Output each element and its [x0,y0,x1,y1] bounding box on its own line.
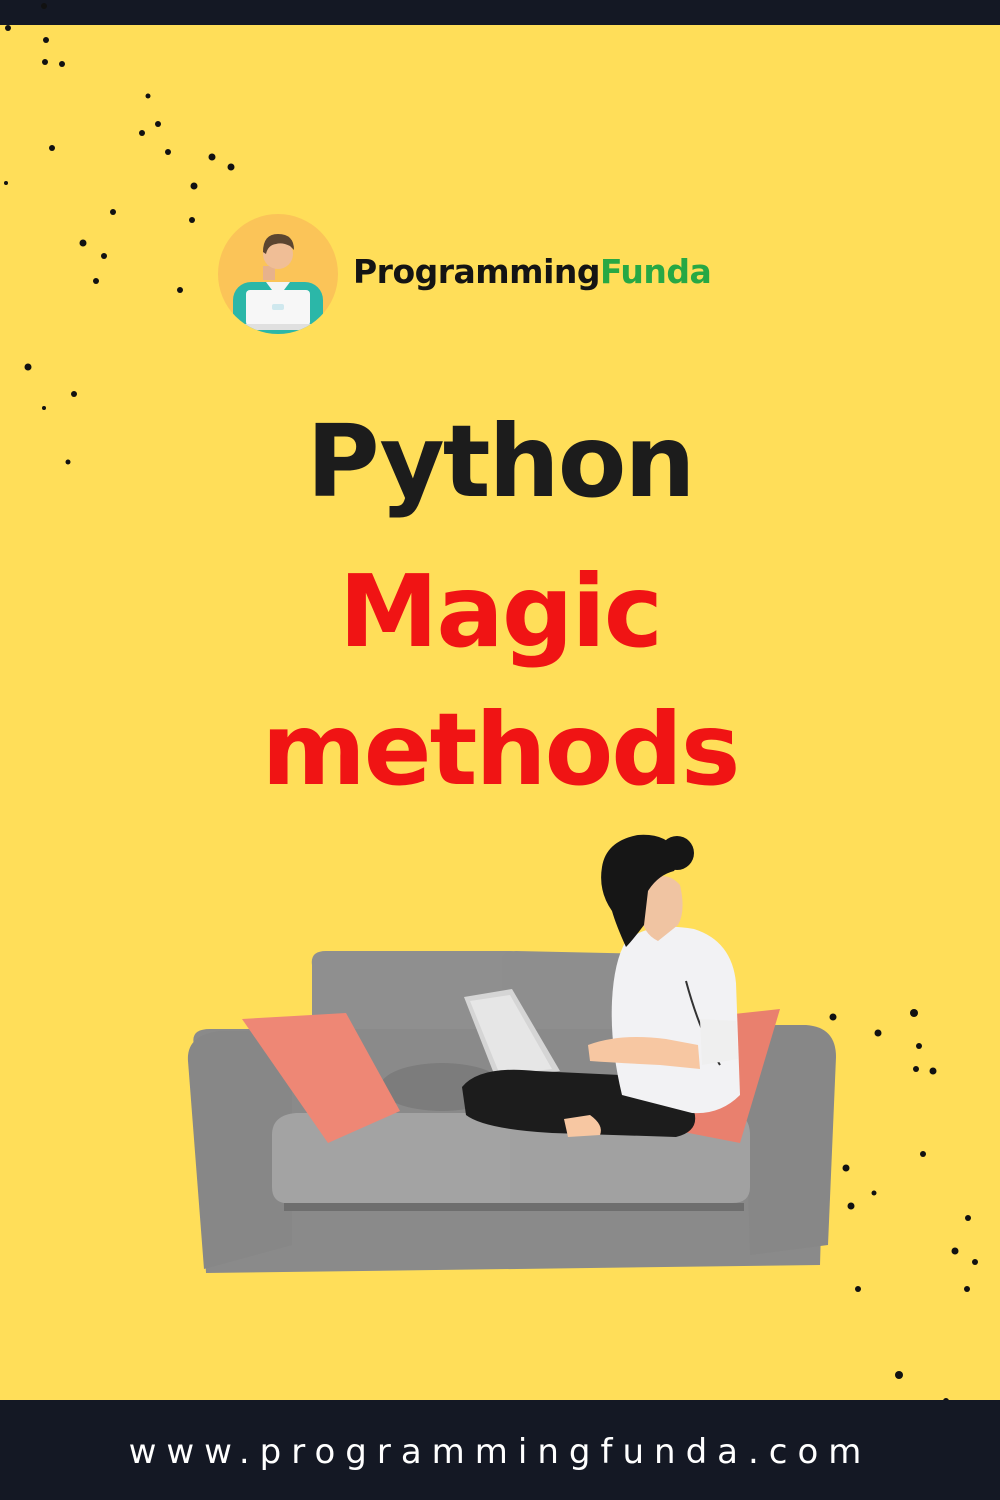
brand-name: ProgrammingFunda [353,252,712,291]
title-line-3: methods [261,691,741,808]
brand-logo: ProgrammingFunda [218,214,778,334]
title-line-2: Magic [338,553,663,670]
person-with-laptop-icon [218,214,338,334]
brand-name-part1: Programming [353,252,601,291]
woman-on-sofa-with-laptop-illustration [187,834,836,1273]
footer-bar: www.programmingfunda.com [0,1400,1000,1500]
title-line-1: Python [306,403,695,520]
footer-url[interactable]: www.programmingfunda.com [0,1432,1000,1472]
pin-graphic: ProgrammingFunda Python Magic methods ww… [0,0,1000,1500]
brand-name-part2: Funda [600,252,712,291]
